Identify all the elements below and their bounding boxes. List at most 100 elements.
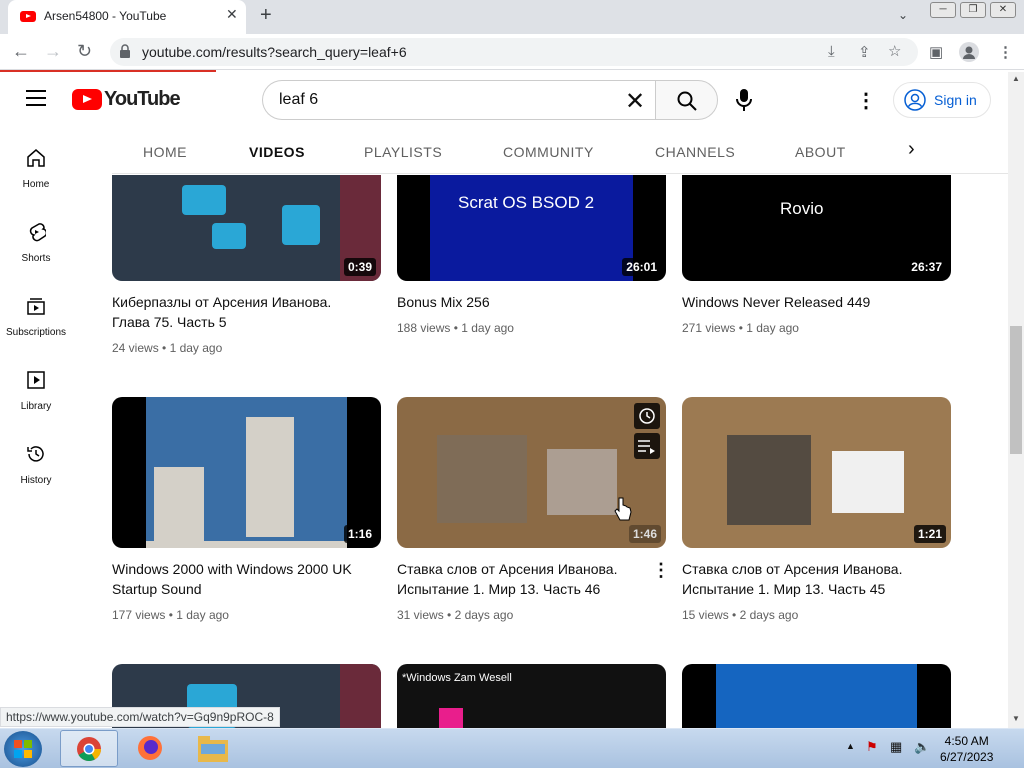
- tab-channels[interactable]: CHANNELS: [655, 144, 735, 160]
- browser-tab[interactable]: Arsen54800 - YouTube ✕: [8, 0, 246, 34]
- sidebar-item-shorts[interactable]: Shorts: [0, 222, 72, 266]
- thumbnail-image: Scrat OS BSOD 2: [430, 175, 633, 281]
- tab-community[interactable]: COMMUNITY: [503, 144, 594, 160]
- video-title[interactable]: Ставка слов от Арсения Иванова. Испытани…: [397, 559, 637, 599]
- bookmark-star-icon[interactable]: ☆: [888, 42, 901, 60]
- profile-icon[interactable]: [959, 42, 979, 62]
- account-icon: [904, 89, 926, 111]
- back-icon[interactable]: ←: [12, 41, 30, 62]
- video-views: 24 views: [112, 341, 159, 355]
- scrollbar-thumb[interactable]: [1010, 326, 1022, 454]
- clock-date: 6/27/2023: [940, 750, 994, 764]
- browser-titlebar: Arsen54800 - YouTube ✕ + ⌄ ─ ❐ ✕: [0, 0, 1024, 34]
- tab-playlists[interactable]: PLAYLISTS: [364, 144, 442, 160]
- more-options-icon[interactable]: ⋮: [856, 88, 876, 113]
- share-icon[interactable]: ⇪: [858, 43, 871, 61]
- sidebar-label: History: [20, 475, 52, 486]
- side-panel-icon[interactable]: ▣: [929, 43, 943, 61]
- tab-home[interactable]: HOME: [143, 144, 187, 160]
- new-tab-icon[interactable]: +: [260, 4, 272, 27]
- video-title[interactable]: Киберпазлы от Арсения Иванова. Глава 75.…: [112, 292, 372, 332]
- firefox-icon: [138, 736, 162, 760]
- search-button[interactable]: [655, 80, 718, 120]
- video-thumbnail[interactable]: [682, 664, 951, 728]
- thumbnail-image: [716, 664, 917, 728]
- video-views: 15 views: [682, 608, 729, 622]
- video-thumbnail[interactable]: 0:39: [112, 175, 381, 281]
- tabs-scroll-right-icon[interactable]: ›: [908, 138, 915, 161]
- sidebar-item-library[interactable]: Library: [0, 370, 72, 414]
- duration-badge: 26:37: [907, 258, 946, 276]
- video-views: 177 views: [112, 608, 166, 622]
- tray-flag-icon[interactable]: ⚑: [866, 739, 878, 755]
- sidebar-item-history[interactable]: History: [0, 444, 72, 488]
- sign-in-button[interactable]: Sign in: [893, 82, 991, 118]
- sign-in-label: Sign in: [934, 92, 977, 108]
- duration-badge: 1:16: [343, 525, 376, 543]
- search-input[interactable]: leaf 6 ✕: [262, 80, 655, 120]
- video-views: 31 views: [397, 608, 444, 622]
- thumbnail-image: [146, 397, 347, 548]
- tab-search-chevron-icon[interactable]: ⌄: [898, 8, 908, 22]
- add-to-queue-button[interactable]: [634, 433, 660, 459]
- hamburger-menu-icon[interactable]: [26, 90, 46, 106]
- clear-search-icon[interactable]: ✕: [625, 87, 645, 116]
- youtube-logo[interactable]: YouTube: [72, 88, 181, 111]
- taskbar-firefox[interactable]: [124, 730, 178, 767]
- tab-videos[interactable]: VIDEOS: [249, 144, 305, 160]
- duration-badge: 0:39: [343, 258, 376, 276]
- forward-icon[interactable]: →: [44, 41, 62, 62]
- chrome-menu-icon[interactable]: ⋮: [998, 43, 1013, 61]
- reload-icon[interactable]: ↻: [77, 41, 92, 62]
- start-button[interactable]: [4, 731, 42, 767]
- subscriptions-icon: [27, 298, 45, 315]
- video-title[interactable]: Ставка слов от Арсения Иванова. Испытани…: [682, 559, 942, 599]
- taskbar-chrome[interactable]: [60, 730, 118, 767]
- shorts-icon: [29, 223, 46, 242]
- minimize-button[interactable]: ─: [930, 2, 956, 18]
- tab-about[interactable]: ABOUT: [795, 144, 846, 160]
- video-thumbnail[interactable]: 1:16: [112, 397, 381, 548]
- scroll-down-icon[interactable]: ▼: [1012, 714, 1020, 723]
- install-icon[interactable]: ⤓: [828, 43, 835, 60]
- tab-close-icon[interactable]: ✕: [226, 6, 238, 23]
- tray-expand-icon[interactable]: ▲: [846, 741, 855, 751]
- tray-network-icon[interactable]: ▦: [890, 739, 902, 755]
- library-icon: [27, 371, 45, 389]
- sidebar-item-home[interactable]: Home: [0, 148, 72, 192]
- video-title[interactable]: Windows Never Released 449: [682, 292, 942, 312]
- video-title[interactable]: Bonus Mix 256: [397, 292, 657, 312]
- thumbnail-text: Scrat OS BSOD 2: [458, 193, 595, 212]
- video-thumbnail[interactable]: *Windows Zam Wesell: [397, 664, 666, 728]
- video-thumbnail[interactable]: Rovio 26:37: [682, 175, 951, 281]
- video-age: 1 day ago: [176, 608, 229, 622]
- sidebar-item-subscriptions[interactable]: Subscriptions: [0, 296, 72, 340]
- taskbar-clock[interactable]: 4:50 AM 6/27/2023: [940, 733, 993, 765]
- duration-badge: 26:01: [622, 258, 661, 276]
- video-thumbnail[interactable]: 1:46: [397, 397, 666, 548]
- browser-toolbar: ← → ↻ youtube.com/results?search_query=l…: [0, 34, 1024, 70]
- video-thumbnail[interactable]: 1:21: [682, 397, 951, 548]
- youtube-play-icon: [72, 89, 102, 110]
- video-thumbnail[interactable]: Scrat OS BSOD 2 26:01: [397, 175, 666, 281]
- close-window-button[interactable]: ✕: [990, 2, 1016, 18]
- video-menu-icon[interactable]: ⋮: [652, 560, 670, 581]
- chrome-icon: [77, 737, 101, 762]
- thumbnail-image: [437, 435, 527, 523]
- video-title[interactable]: Windows 2000 with Windows 2000 UK Startu…: [112, 559, 372, 599]
- duration-badge: 1:21: [913, 525, 946, 543]
- video-metadata: 31 views • 2 days ago: [397, 608, 514, 622]
- tray-volume-icon[interactable]: 🔈: [914, 739, 930, 755]
- scroll-up-icon[interactable]: ▲: [1012, 74, 1020, 83]
- page-scrollbar[interactable]: ▲ ▼: [1008, 72, 1024, 728]
- restore-button[interactable]: ❐: [960, 2, 986, 18]
- address-bar[interactable]: youtube.com/results?search_query=leaf+6 …: [110, 38, 918, 66]
- sidebar-label: Library: [20, 401, 52, 412]
- search-icon: [677, 91, 697, 111]
- watch-later-button[interactable]: [634, 403, 660, 429]
- microphone-icon[interactable]: [736, 88, 752, 112]
- channel-tabs: HOME VIDEOS PLAYLISTS COMMUNITY CHANNELS…: [112, 128, 1008, 174]
- taskbar-explorer[interactable]: [186, 730, 240, 767]
- video-metadata: 271 views • 1 day ago: [682, 321, 799, 335]
- video-metadata: 24 views • 1 day ago: [112, 341, 223, 355]
